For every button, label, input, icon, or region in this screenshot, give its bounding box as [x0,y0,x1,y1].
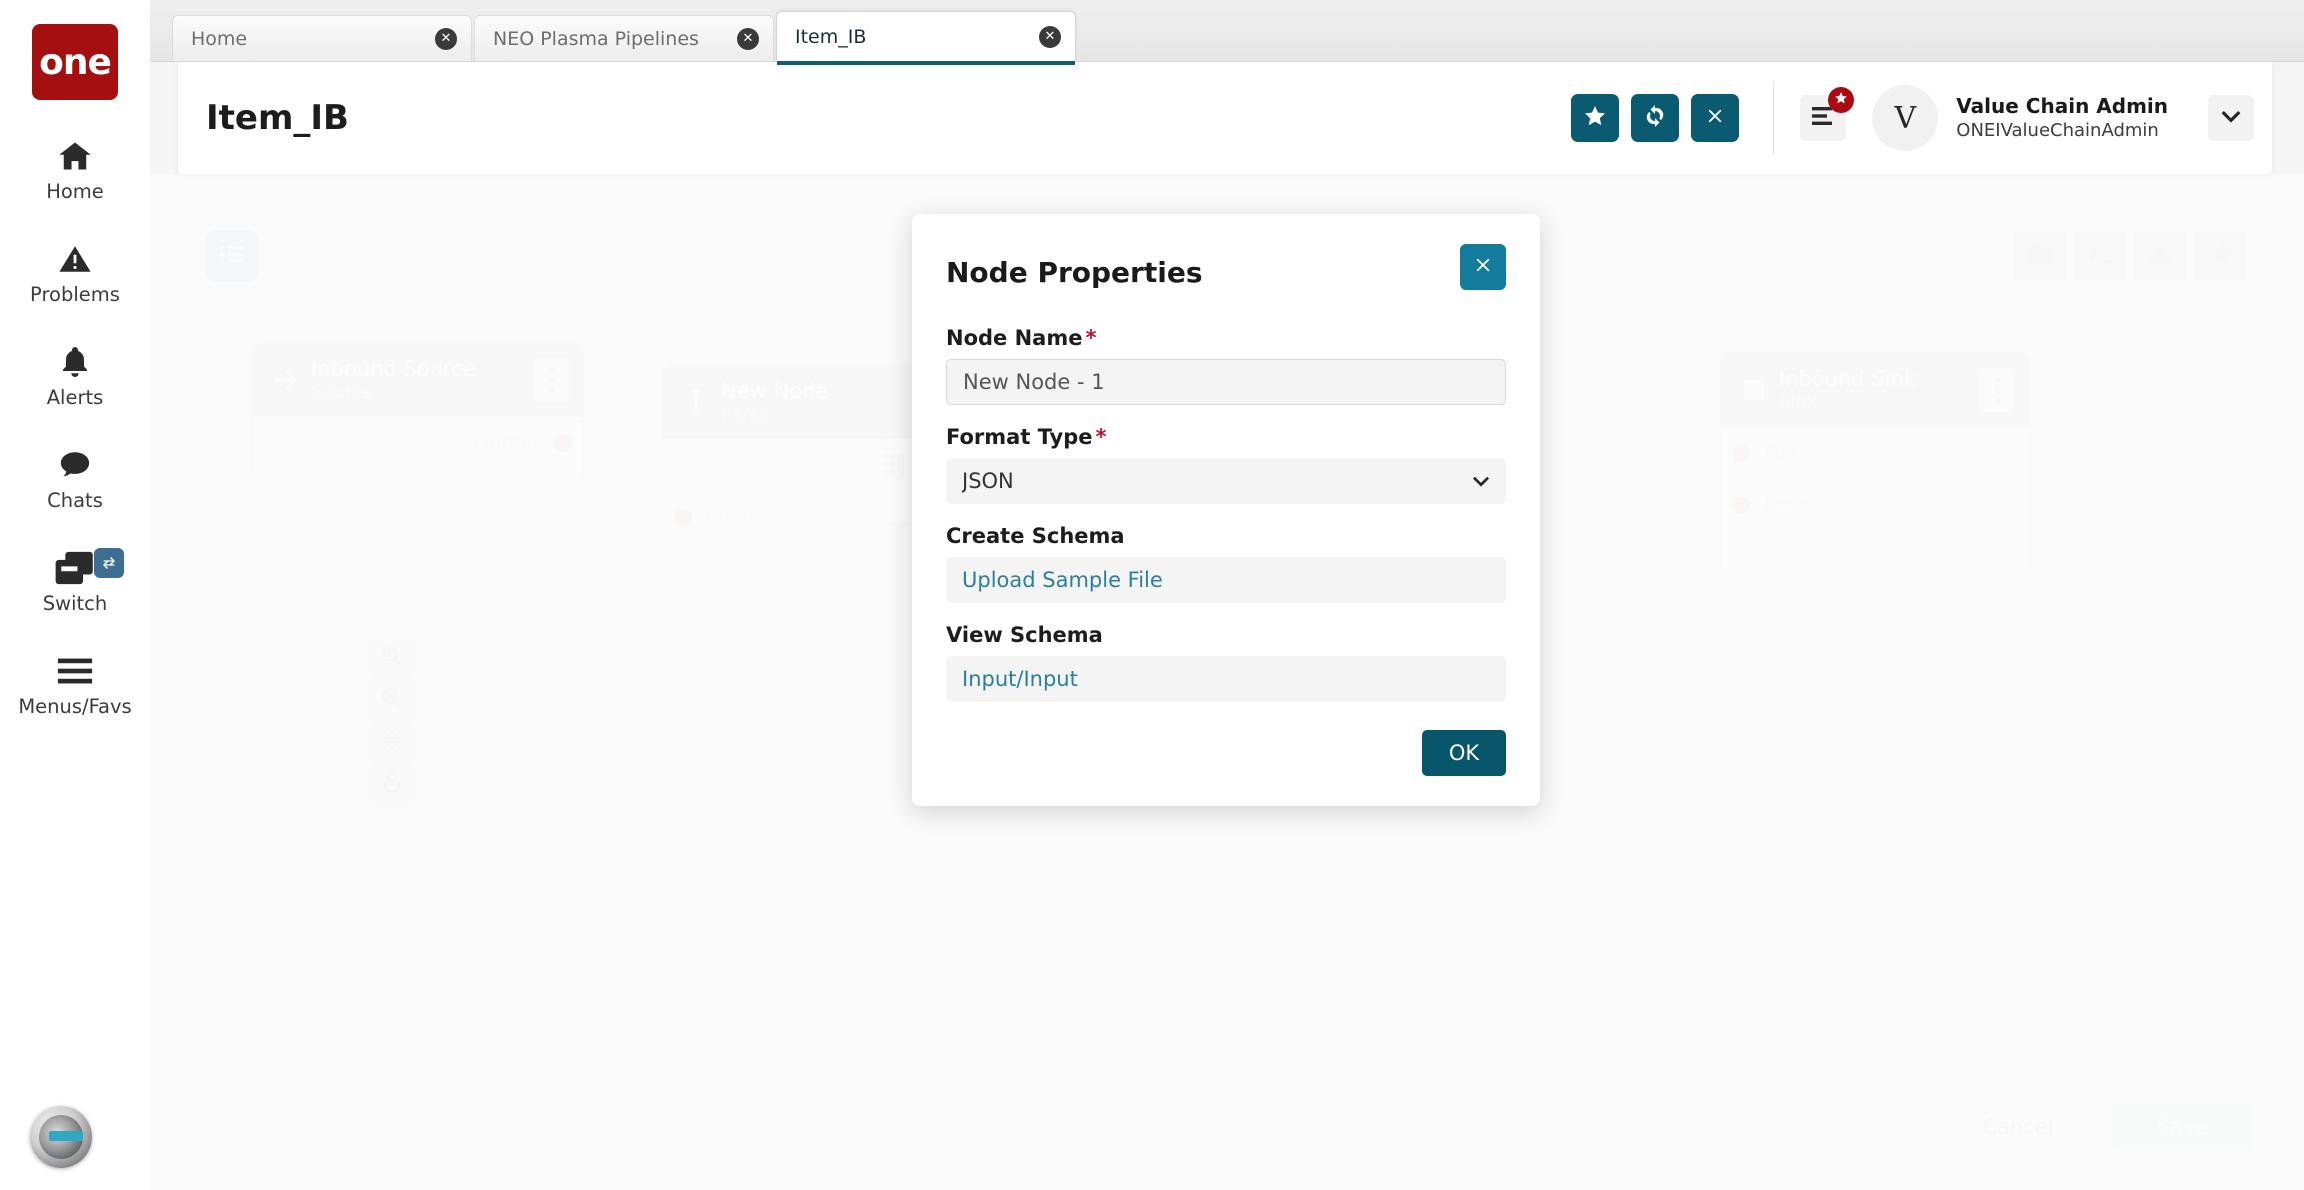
tab-neo-plasma-pipelines[interactable]: NEO Plasma Pipelines ✕ [474,15,774,61]
warning-triangle-icon [56,237,94,281]
node-name-label-text: Node Name [946,326,1082,350]
close-page-button[interactable] [1691,94,1739,142]
sidebar-item-label: Chats [47,489,103,512]
browser-tab-strip: Home ✕ NEO Plasma Pipelines ✕ Item_IB ✕ [150,0,2304,62]
tab-label: Item_IB [795,26,866,48]
sidebar-item-label: Switch [43,592,107,615]
hamburger-icon [55,649,95,693]
close-circle-icon[interactable]: ✕ [737,28,759,50]
dialog-footer: OK [946,730,1506,776]
chevron-down-icon [2221,109,2241,128]
close-circle-icon[interactable]: ✕ [1039,26,1061,48]
tab-label: NEO Plasma Pipelines [493,28,699,50]
robot-head-icon [39,1115,83,1159]
node-properties-dialog: Node Properties Node Name* Format Type* … [912,214,1540,806]
format-type-select-wrapper: JSON [946,458,1506,504]
user-info: Value Chain Admin ONEIValueChainAdmin [1956,93,2168,142]
header-actions: V Value Chain Admin ONEIValueChainAdmin [1559,82,2272,154]
sidebar-item-label: Menus/Favs [18,695,131,718]
format-type-label: Format Type* [946,425,1506,449]
x-icon [1472,254,1494,281]
tab-label: Home [191,28,247,50]
chat-bubble-icon [55,443,95,487]
brand-logo-text: one [39,42,111,83]
swap-arrows-icon[interactable] [94,548,124,578]
field-create-schema: Create Schema Upload Sample File [946,524,1506,603]
field-node-name: Node Name* [946,326,1506,405]
ok-button[interactable]: OK [1422,730,1506,776]
user-menu-button[interactable] [2208,95,2254,141]
favorites-badge [1828,87,1854,113]
node-name-label: Node Name* [946,326,1506,350]
sidebar-item-label: Alerts [47,386,104,409]
tab-home[interactable]: Home ✕ [172,15,472,61]
create-schema-label: Create Schema [946,524,1506,548]
star-icon [1583,104,1607,133]
header-divider [1773,82,1774,154]
sidebar-item-label: Problems [30,283,120,306]
required-asterisk: * [1085,326,1096,350]
sidebar-item-chats[interactable]: Chats [0,443,150,512]
node-name-input[interactable] [946,359,1506,405]
bell-icon [57,340,93,384]
home-icon [55,134,95,178]
page-title: Item_IB [206,98,349,138]
dialog-title: Node Properties [946,256,1203,289]
refresh-icon [1643,104,1667,133]
user-role: ONEIValueChainAdmin [1956,119,2168,142]
required-asterisk: * [1095,425,1106,449]
sidebar-item-alerts[interactable]: Alerts [0,340,150,409]
close-circle-icon[interactable]: ✕ [435,28,457,50]
view-schema-link[interactable]: Input/Input [946,656,1506,702]
left-navigation-rail: one Home Problems Alerts Chats [0,0,150,1190]
sidebar-item-menus-favs[interactable]: Menus/Favs [0,649,150,718]
brand-logo[interactable]: one [32,24,118,100]
tab-item-ib[interactable]: Item_IB ✕ [776,11,1076,61]
page-header: Item_IB [178,62,2272,174]
format-type-select[interactable]: JSON [946,458,1506,504]
avatar-initial: V [1894,101,1916,136]
user-name: Value Chain Admin [1956,93,2168,119]
sidebar-item-switch[interactable]: Switch [0,546,150,615]
dialog-body: Node Name* Format Type* JSON Create Sche… [946,326,1506,702]
windows-stack-icon [54,546,96,590]
field-view-schema: View Schema Input/Input [946,623,1506,702]
sidebar-item-home[interactable]: Home [0,134,150,203]
dialog-close-button[interactable] [1460,244,1506,290]
favorite-button[interactable] [1571,94,1619,142]
field-format-type: Format Type* JSON [946,425,1506,504]
avatar[interactable]: V [1872,85,1938,151]
ai-assistant-avatar[interactable] [30,1106,92,1168]
format-type-label-text: Format Type [946,425,1092,449]
sidebar-item-label: Home [46,180,104,203]
upload-sample-file-link[interactable]: Upload Sample File [946,557,1506,603]
refresh-button[interactable] [1631,94,1679,142]
x-icon [1704,105,1726,132]
sidebar-item-problems[interactable]: Problems [0,237,150,306]
view-schema-label: View Schema [946,623,1506,647]
dialog-titlebar: Node Properties [946,244,1506,290]
star-icon [1834,91,1848,110]
menus-favorites-button[interactable] [1800,95,1846,141]
